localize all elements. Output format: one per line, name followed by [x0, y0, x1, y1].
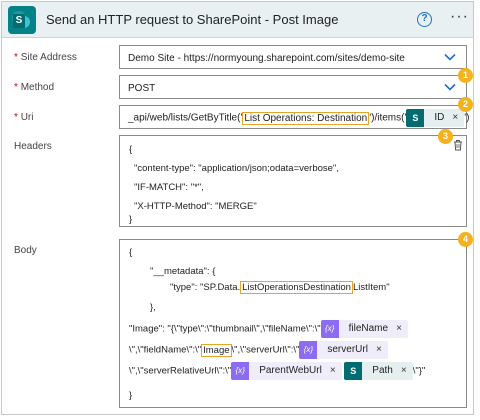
- remove-token-icon[interactable]: ×: [376, 344, 382, 355]
- parentweburl-token[interactable]: {x} ParentWebUrl ×: [231, 362, 342, 380]
- expression-token-icon: {x}: [231, 362, 250, 380]
- path-token[interactable]: S Path ×: [344, 362, 413, 380]
- uri-label: * Uri: [14, 112, 34, 123]
- site-address-label: * Site Address: [14, 52, 77, 63]
- headers-line: {: [129, 144, 133, 155]
- id-token[interactable]: S ID ×: [406, 109, 465, 127]
- headers-line: "IF-MATCH": "*",: [134, 182, 204, 193]
- body-label: Body: [14, 245, 37, 256]
- action-title: Send an HTTP request to SharePoint - Pos…: [46, 12, 339, 27]
- uri-field[interactable]: _api/web/lists/GetByTitle(' List Operatio…: [119, 105, 470, 129]
- body-line: \",\"serverRelativeUrl\":\" {x} ParentWebU…: [129, 362, 425, 380]
- uri-suffix: '): [464, 112, 470, 124]
- headers-line: "X-HTTP-Method": "MERGE": [134, 201, 257, 212]
- callout-badge-2: 2: [458, 97, 473, 112]
- expression-token-icon: {x}: [320, 320, 339, 338]
- sharepoint-logo-icon: S: [8, 6, 36, 34]
- remove-token-icon[interactable]: ×: [452, 112, 458, 123]
- remove-token-icon[interactable]: ×: [330, 365, 336, 376]
- callout-badge-4: 4: [458, 232, 473, 247]
- body-field[interactable]: { "__metadata": { "type": "SP.Data. ListO…: [119, 239, 467, 408]
- body-line: "type": "SP.Data. ListOperationsDestinati…: [170, 281, 390, 294]
- filename-token[interactable]: {x} fileName ×: [320, 320, 408, 338]
- sharepoint-token-icon: S: [406, 109, 425, 127]
- sharepoint-token-icon: S: [344, 362, 363, 380]
- serverurl-token[interactable]: {x} serverUrl ×: [299, 341, 388, 359]
- help-icon[interactable]: ?: [417, 12, 432, 27]
- site-address-dropdown[interactable]: Demo Site - https://normyoung.sharepoint…: [119, 45, 467, 69]
- method-label: * Method: [14, 82, 55, 93]
- callout-badge-1: 1: [458, 68, 473, 83]
- body-list-name-highlight: ListOperationsDestination: [240, 281, 353, 294]
- more-options-icon[interactable]: ···: [450, 8, 469, 26]
- trash-icon[interactable]: [453, 138, 463, 151]
- chevron-down-icon[interactable]: [444, 81, 456, 93]
- action-header[interactable]: S Send an HTTP request to SharePoint - P…: [2, 2, 473, 38]
- headers-label: Headers: [14, 141, 52, 152]
- headers-field[interactable]: { "content-type": "application/json;odat…: [119, 135, 467, 227]
- body-line: {: [129, 247, 133, 258]
- body-line: }: [129, 390, 133, 401]
- method-value: POST: [128, 83, 156, 94]
- body-line: "Image": "{\"type\":\"thumbnail\",\"file…: [129, 320, 408, 338]
- headers-line: }: [129, 214, 133, 225]
- action-card: S Send an HTTP request to SharePoint - P…: [1, 1, 474, 415]
- site-address-value: Demo Site - https://normyoung.sharepoint…: [128, 53, 405, 64]
- body-line: "__metadata": {: [150, 266, 216, 277]
- uri-prefix: _api/web/lists/GetByTitle(': [128, 112, 243, 124]
- expression-token-icon: {x}: [299, 341, 318, 359]
- uri-list-name-highlight: List Operations: Destination: [242, 111, 370, 125]
- remove-token-icon[interactable]: ×: [401, 365, 407, 376]
- headers-line: "content-type": "application/json;odata=…: [134, 163, 339, 174]
- body-field-name-highlight: Image: [201, 343, 232, 357]
- chevron-down-icon[interactable]: [444, 51, 456, 63]
- body-line: },: [150, 302, 156, 313]
- callout-badge-3: 3: [438, 129, 453, 144]
- method-dropdown[interactable]: POST: [119, 75, 467, 99]
- remove-token-icon[interactable]: ×: [396, 323, 402, 334]
- body-line: \",\"fieldName\":\" Image \",\"serverUrl\"…: [129, 341, 388, 359]
- uri-middle: ')/items(': [369, 112, 407, 124]
